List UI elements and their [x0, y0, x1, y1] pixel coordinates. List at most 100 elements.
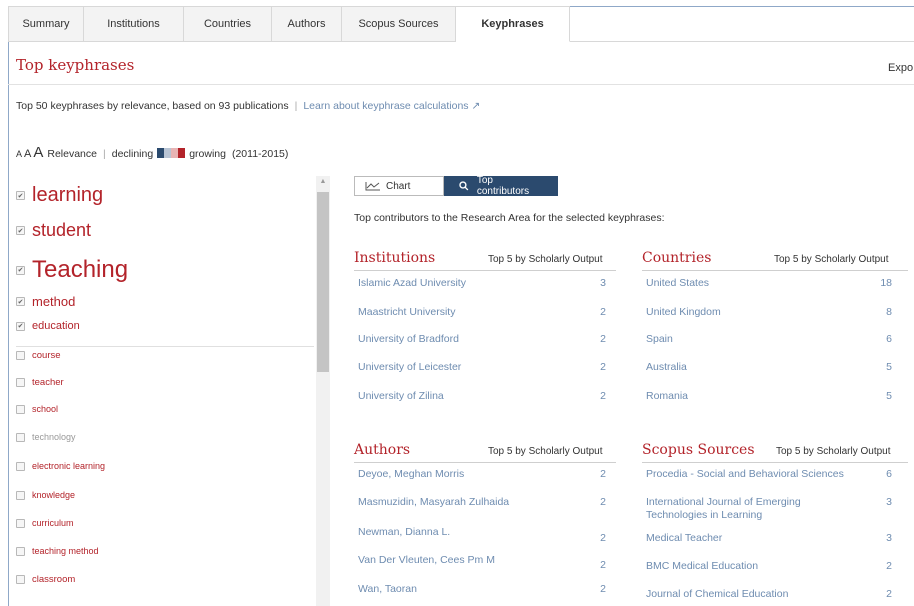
checkbox-checked-icon[interactable]: ✔ [16, 226, 25, 235]
keyphrase-item[interactable]: teaching method [16, 546, 99, 556]
keyphrase-item[interactable]: curriculum [16, 518, 74, 528]
swatch-declining-weak [164, 148, 172, 158]
author-link[interactable]: Deyoe, Meghan Morris [358, 468, 464, 481]
export-button[interactable]: Expo [888, 62, 913, 74]
author-link[interactable]: Van Der Vleuten, Cees Pm M [358, 554, 495, 567]
scholarly-output: 2 [886, 560, 892, 572]
source-link[interactable]: Medical Teacher [646, 532, 722, 545]
checkbox-icon[interactable] [16, 351, 25, 360]
tab-summary[interactable]: Summary [8, 6, 84, 42]
countries-rule [642, 270, 908, 271]
institution-link[interactable]: University of Zilina [358, 390, 444, 403]
checkbox-icon[interactable] [16, 518, 25, 528]
source-link[interactable]: BMC Medical Education [646, 560, 758, 573]
checkbox-icon[interactable] [16, 461, 25, 471]
relevance-legend: A A A Relevance | declining growing (201… [16, 144, 288, 161]
checkbox-icon[interactable] [16, 378, 25, 387]
keyphrase-label: technology [32, 432, 76, 442]
keyphrase-item[interactable]: electronic learning [16, 461, 105, 471]
country-link[interactable]: United Kingdom [646, 306, 721, 319]
scholarly-output: 5 [886, 361, 892, 373]
checkbox-icon[interactable] [16, 404, 25, 414]
title-divider [8, 84, 914, 85]
checkbox-checked-icon[interactable]: ✔ [16, 297, 25, 306]
tab-underline [570, 41, 914, 42]
institutions-panel: Institutions Top 5 by Scholarly Output I… [354, 250, 616, 420]
tab-institutions[interactable]: Institutions [84, 6, 184, 42]
keyphrase-label: student [32, 220, 92, 240]
checkbox-icon[interactable] [16, 490, 25, 500]
scholarly-output: 2 [600, 306, 606, 318]
keyphrase-item[interactable]: classroom [16, 574, 75, 585]
chart-button[interactable]: Chart [354, 176, 444, 196]
checkbox-checked-icon[interactable]: ✔ [16, 321, 25, 331]
source-link-continued[interactable]: Technologies in Learning [646, 509, 762, 522]
checkbox-icon[interactable] [16, 575, 25, 584]
author-link[interactable]: Masmuzidin, Masyarah Zulhaida [358, 496, 509, 509]
keyphrase-calculation-link[interactable]: Learn about keyphrase calculations ↗ [303, 100, 480, 112]
country-link[interactable]: United States [646, 277, 709, 290]
view-toggle: Chart Top contributors [354, 175, 558, 197]
separator: | [294, 100, 298, 112]
scopus-sources-panel: Scopus Sources Top 5 by Scholarly Output… [642, 442, 910, 606]
country-link[interactable]: Romania [646, 390, 688, 403]
institution-link[interactable]: Maastricht University [358, 306, 455, 319]
keyphrase-item[interactable]: ✔ learning [16, 184, 103, 207]
scopus-sources-title: Scopus Sources [642, 442, 755, 458]
scholarly-output: 2 [600, 496, 606, 508]
source-link[interactable]: International Journal of Emerging [646, 496, 801, 509]
font-size-large: A [33, 144, 44, 161]
checkbox-checked-icon[interactable]: ✔ [16, 265, 25, 275]
keyphrase-label: curriculum [32, 518, 74, 528]
scopus-sources-rule [642, 462, 908, 463]
keyphrase-label: method [32, 294, 76, 309]
source-link[interactable]: Journal of Chemical Education [646, 588, 788, 601]
keyphrase-item[interactable]: knowledge [16, 490, 75, 500]
keyphrase-label: teacher [32, 377, 64, 388]
institution-link[interactable]: University of Bradford [358, 333, 459, 346]
countries-panel: Countries Top 5 by Scholarly Output Unit… [642, 250, 910, 420]
year-range: (2011-2015) [231, 148, 289, 160]
contributors-description: Top contributors to the Research Area fo… [354, 212, 665, 224]
declining-label: declining [111, 148, 154, 160]
keyphrase-item[interactable]: ✔ method [16, 294, 75, 309]
country-link[interactable]: Australia [646, 361, 687, 374]
search-icon [459, 181, 469, 191]
separator: | [103, 148, 106, 160]
checkbox-icon[interactable] [16, 432, 25, 442]
font-size-medium: A [24, 148, 32, 160]
font-size-small: A [16, 149, 23, 159]
chart-button-label: Chart [386, 180, 411, 192]
scroll-up-arrow-icon[interactable]: ▲ [316, 178, 330, 185]
country-link[interactable]: Spain [646, 333, 673, 346]
author-link[interactable]: Newman, Dianna L. [358, 526, 450, 539]
tab-scopus-sources[interactable]: Scopus Sources [342, 6, 456, 42]
top-contributors-button[interactable]: Top contributors [444, 175, 558, 197]
source-link[interactable]: Procedia - Social and Behavioral Science… [646, 468, 844, 481]
checkbox-checked-icon[interactable]: ✔ [16, 191, 25, 200]
institutions-rule [354, 270, 616, 271]
scholarly-output: 2 [600, 532, 606, 544]
institution-link[interactable]: University of Leicester [358, 361, 461, 374]
scrollbar-thumb[interactable] [317, 192, 329, 372]
keyphrase-item[interactable]: school [16, 404, 58, 414]
keyphrase-item[interactable]: ✔ Teaching [16, 256, 128, 284]
institutions-title: Institutions [354, 250, 436, 266]
selected-divider [16, 346, 314, 347]
keyphrase-item[interactable]: technology [16, 432, 76, 442]
scholarly-output: 2 [886, 588, 892, 600]
author-link[interactable]: Wan, Taoran [358, 583, 417, 596]
tab-bar: Summary Institutions Countries Authors S… [8, 6, 570, 42]
institution-link[interactable]: Islamic Azad University [358, 277, 466, 290]
keyphrase-item[interactable]: course [16, 350, 61, 361]
checkbox-icon[interactable] [16, 546, 25, 556]
tab-keyphrases[interactable]: Keyphrases [456, 6, 570, 42]
keyphrase-item[interactable]: teacher [16, 377, 64, 388]
keyphrase-item[interactable]: ✔ education [16, 320, 80, 332]
tab-authors[interactable]: Authors [272, 6, 342, 42]
keyphrase-label: teaching method [32, 546, 99, 556]
line-chart-icon [365, 182, 380, 191]
keyphrase-item[interactable]: ✔ student [16, 220, 91, 241]
page-title: Top keyphrases [16, 56, 135, 74]
tab-countries[interactable]: Countries [184, 6, 272, 42]
